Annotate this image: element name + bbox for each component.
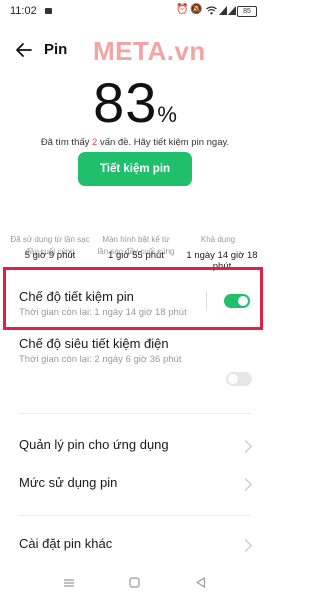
menu-item-label: Quản lý pin cho ứng dụng xyxy=(19,437,169,452)
menu-item-label: Cài đặt pin khác xyxy=(19,536,113,551)
stat-label-available: Khả dụng xyxy=(200,235,236,244)
row-divider-vertical xyxy=(206,291,207,311)
back-icon[interactable] xyxy=(195,577,206,588)
page-title: Pin xyxy=(44,41,68,58)
home-icon[interactable] xyxy=(129,577,140,588)
super-saving-title: Chế độ siêu tiết kiệm điện xyxy=(19,336,169,351)
chevron-right-icon xyxy=(239,539,252,552)
status-bar: 11:02 ⏰ 🔕 85 xyxy=(0,0,270,24)
back-arrow-icon[interactable] xyxy=(14,40,34,60)
toggle-knob xyxy=(228,374,238,384)
stat-value-used: 5 giờ 9 phút xyxy=(24,250,76,261)
mute-icon: 🔕 xyxy=(190,4,203,15)
alarm-icon: ⏰ xyxy=(176,4,189,15)
menu-item-battery-usage[interactable]: Mức sử dụng pin xyxy=(0,466,270,500)
menu-icon[interactable] xyxy=(63,578,75,588)
power-saving-subtitle: Thời gian còn lại: 1 ngày 14 giờ 18 phút xyxy=(19,307,187,318)
section-divider xyxy=(19,515,251,516)
navigation-bar xyxy=(0,566,270,600)
power-saving-row[interactable]: Chế độ tiết kiệm pin Thời gian còn lại: … xyxy=(8,272,258,326)
wifi-icon xyxy=(206,6,217,15)
super-saving-subtitle: Thời gian còn lại: 2 ngày 6 giờ 36 phút xyxy=(19,354,182,365)
chevron-right-icon xyxy=(239,478,252,491)
super-saving-toggle[interactable] xyxy=(226,372,252,386)
watermark-logo: META.vn xyxy=(93,36,206,66)
notification-icon xyxy=(45,8,52,14)
battery-percent-symbol: % xyxy=(157,102,177,127)
section-divider xyxy=(19,413,251,414)
save-battery-button[interactable]: Tiết kiệm pin xyxy=(78,152,192,186)
status-time: 11:02 xyxy=(10,5,37,17)
issues-found-text: Đã tìm thấy 2 vấn đề. Hãy tiết kiệm pin … xyxy=(40,137,230,148)
stat-value-screen-on: 1 giờ 55 phút xyxy=(108,250,164,261)
menu-item-app-battery[interactable]: Quản lý pin cho ứng dụng xyxy=(0,428,270,462)
battery-percentage: 83% xyxy=(0,70,270,135)
menu-item-more-settings[interactable]: Cài đặt pin khác xyxy=(0,528,270,562)
chevron-right-icon xyxy=(239,440,252,453)
power-saving-toggle[interactable] xyxy=(224,294,250,308)
signal-icon xyxy=(228,6,236,15)
signal-icon xyxy=(219,6,227,15)
battery-status-icon: 85 xyxy=(237,6,257,17)
super-saving-row[interactable]: Chế độ siêu tiết kiệm điện Thời gian còn… xyxy=(8,334,258,378)
menu-item-label: Mức sử dụng pin xyxy=(19,475,118,490)
battery-percent-value: 83 xyxy=(93,71,158,134)
toggle-knob xyxy=(238,296,248,306)
power-saving-title: Chế độ tiết kiệm pin xyxy=(19,289,134,304)
